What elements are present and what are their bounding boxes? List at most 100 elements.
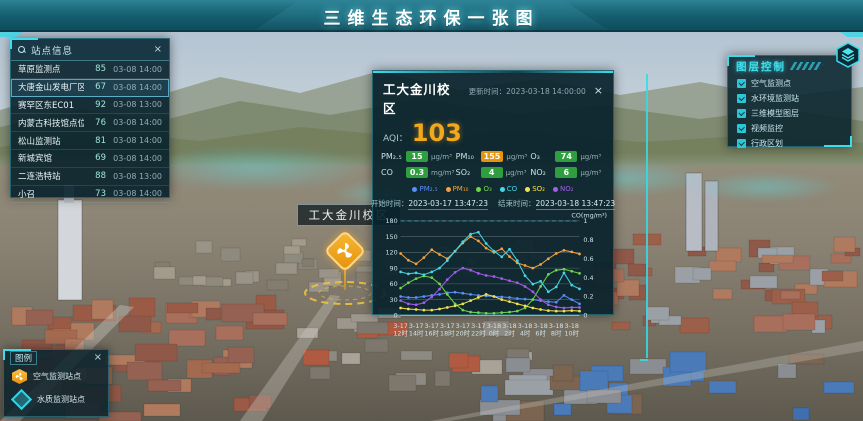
layer-control-panel: 图层控制 空气监测点 水环境监测站 三维模型图层 视频监控 行政区划 <box>727 55 852 147</box>
aqi-value: 103 <box>412 121 462 145</box>
pollutant-label: NO₂ <box>530 168 552 177</box>
pollutant-value-badge: 155 <box>481 151 504 162</box>
station-row[interactable]: 新城宾馆 69 03-08 14:00 <box>11 150 169 168</box>
chart-legend-item[interactable]: PM₂.₅ <box>412 185 437 193</box>
svg-text:3-1720时: 3-1720时 <box>456 322 471 337</box>
station-update-time: 03-08 13:00 <box>110 100 162 109</box>
layer-toggle-row[interactable]: 空气监测点 <box>728 76 851 91</box>
station-update-time: 03-08 14:00 <box>110 136 162 145</box>
legend-dot <box>500 187 505 192</box>
station-name: 大唐金山发电厂区 <box>18 81 84 93</box>
pollutant-label: PM₁₀ <box>456 152 478 161</box>
svg-text:3-182时: 3-182时 <box>502 322 516 337</box>
station-row[interactable]: 大唐金山发电厂区 67 03-08 14:00 <box>11 79 169 97</box>
legend-panel-close-icon[interactable]: × <box>94 353 102 363</box>
layer-list: 空气监测点 水环境监测站 三维模型图层 视频监控 行政区划 <box>728 76 851 151</box>
checkbox-checked-icon[interactable] <box>737 94 746 103</box>
station-row[interactable]: 草原监测点 85 03-08 14:00 <box>11 61 169 79</box>
search-icon[interactable] <box>18 46 26 54</box>
checkbox-checked-icon[interactable] <box>737 139 746 148</box>
pollutant-cell: SO₂ 4 μg/m³ <box>456 167 531 178</box>
layer-toggle-row[interactable]: 视频监控 <box>728 121 851 136</box>
station-aqi-value: 85 <box>88 64 106 74</box>
station-list: 草原监测点 85 03-08 14:00 大唐金山发电厂区 67 03-08 1… <box>11 61 169 203</box>
svg-text:180: 180 <box>385 217 397 225</box>
legend-series-name: CO <box>507 185 517 193</box>
pollutant-value-badge: 15 <box>406 151 428 162</box>
station-panel-header: 站点信息 × <box>11 39 169 61</box>
update-time: 更新时间：2023-03-18 14:00:00 <box>469 86 586 97</box>
layers-hexagon-icon[interactable] <box>835 42 861 68</box>
legend-series-name: NO₂ <box>560 185 574 193</box>
checkbox-checked-icon[interactable] <box>737 79 746 88</box>
pollutant-value-badge: 6 <box>555 167 577 178</box>
pollutant-unit: μg/m³ <box>431 153 452 161</box>
layer-panel-title: 图层控制 <box>736 59 786 74</box>
legend-panel-header: 图例 × <box>4 350 108 366</box>
chart-legend-item[interactable]: O₃ <box>476 185 491 193</box>
chart-legend-item[interactable]: SO₂ <box>525 185 545 193</box>
chart-legend-item[interactable]: CO <box>500 185 517 193</box>
station-update-time: 03-08 14:00 <box>110 83 162 92</box>
station-panel-close-icon[interactable]: × <box>154 45 162 55</box>
pollutant-cell: CO 0.3 mg/m³ <box>381 167 456 178</box>
start-time-label: 开始时间： <box>371 199 409 208</box>
water-station-legend-icon <box>11 389 32 410</box>
legend-series-name: SO₂ <box>532 185 545 193</box>
svg-text:3-1716时: 3-1716时 <box>424 322 439 337</box>
svg-text:CO(mg/m³): CO(mg/m³) <box>571 212 607 220</box>
station-update-time: 03-08 14:00 <box>110 189 162 198</box>
station-name: 小召 <box>18 188 84 200</box>
chart-legend: PM₂.₅ PM₁₀ O₃ CO SO₂ NO₂ <box>373 178 613 195</box>
station-name: 二连浩特站 <box>18 170 84 182</box>
layer-panel-header: 图层控制 <box>728 56 851 76</box>
station-row[interactable]: 小召 73 03-08 14:00 <box>11 186 169 204</box>
station-aqi-value: 69 <box>88 153 106 163</box>
legend-item-label: 空气监测站点 <box>33 371 81 382</box>
layer-label: 行政区划 <box>751 138 783 149</box>
map-legend-panel: 图例 × 空气监测站点 水质监测站点 <box>3 349 109 417</box>
pollutant-value-badge: 74 <box>555 151 577 162</box>
legend-item-water: 水质监测站点 <box>4 387 108 412</box>
legend-series-name: PM₂.₅ <box>419 185 437 193</box>
legend-dot <box>446 187 451 192</box>
hatch-decoration <box>790 62 825 70</box>
legend-item-label: 水质监测站点 <box>37 394 85 405</box>
station-row[interactable]: 二连浩特站 88 03-08 13:00 <box>11 168 169 186</box>
station-aqi-value: 76 <box>88 118 106 128</box>
end-time-group: 结束时间：2023-03-18 13:47:23 <box>498 198 615 209</box>
pollutant-label: CO <box>381 168 403 177</box>
svg-text:3-1718时: 3-1718时 <box>440 322 455 337</box>
station-row[interactable]: 内蒙古科技馆点位 76 03-08 14:00 <box>11 114 169 132</box>
update-time-label: 更新时间： <box>469 87 507 96</box>
checkbox-checked-icon[interactable] <box>737 124 746 133</box>
station-row[interactable]: 松山监测站 81 03-08 14:00 <box>11 132 169 150</box>
air-station-legend-icon <box>12 369 27 384</box>
end-time-input[interactable]: 2023-03-18 13:47:23 <box>536 199 616 210</box>
layer-label: 视频监控 <box>751 123 783 134</box>
station-aqi-value: 81 <box>88 136 106 146</box>
layer-label: 三维模型图层 <box>751 108 799 119</box>
popup-close-icon[interactable]: × <box>592 84 605 97</box>
layer-toggle-row[interactable]: 三维模型图层 <box>728 106 851 121</box>
pollutant-label: PM₂.₅ <box>381 152 403 161</box>
pollutant-label: SO₂ <box>456 168 478 177</box>
layer-toggle-row[interactable]: 水环境监测站 <box>728 91 851 106</box>
station-name: 松山监测站 <box>18 135 84 147</box>
layer-toggle-row[interactable]: 行政区划 <box>728 136 851 151</box>
chart-legend-item[interactable]: PM₁₀ <box>446 185 469 193</box>
time-range-row: 开始时间：2023-03-17 13:47:23 结束时间：2023-03-18… <box>373 195 613 210</box>
station-name: 内蒙古科技馆点位 <box>18 117 84 129</box>
legend-series-name: O₃ <box>483 185 491 193</box>
legend-dot <box>412 187 417 192</box>
station-aqi-value: 88 <box>88 171 106 181</box>
legend-item-air: 空气监测站点 <box>4 366 108 387</box>
svg-text:3-1810时: 3-1810时 <box>564 322 579 337</box>
svg-text:0.2: 0.2 <box>583 293 593 301</box>
app-stage: 工大金川校区 三维生态环保一张图 站点信息 <box>0 0 863 421</box>
station-row[interactable]: 赛罕区东EC01 92 03-08 13:00 <box>11 97 169 115</box>
start-time-input[interactable]: 2023-03-17 13:47:23 <box>408 199 488 210</box>
checkbox-checked-icon[interactable] <box>737 109 746 118</box>
chart-legend-item[interactable]: NO₂ <box>553 185 574 193</box>
legend-series-name: PM₁₀ <box>453 185 469 193</box>
